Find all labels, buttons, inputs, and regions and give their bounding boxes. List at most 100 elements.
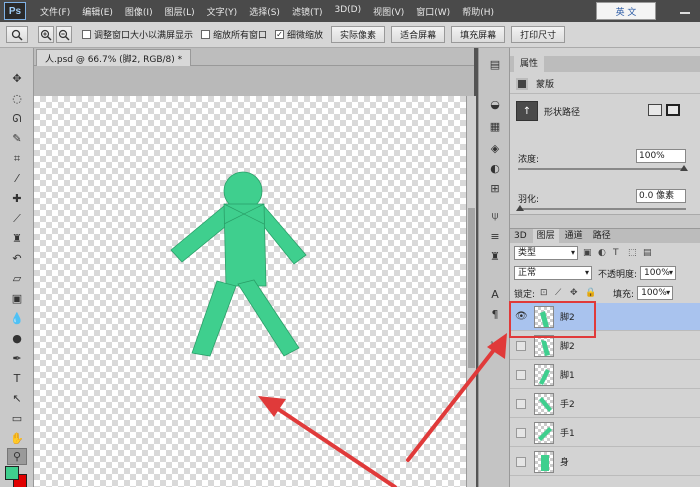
type-tool-icon[interactable]: T	[7, 370, 27, 387]
menu-image[interactable]: 图像(I)	[125, 5, 153, 18]
menu-type[interactable]: 文字(Y)	[207, 5, 238, 18]
menu-filter[interactable]: 滤镜(T)	[292, 5, 323, 18]
dodge-tool-icon[interactable]: ●	[7, 330, 27, 347]
clone-source-icon[interactable]: ♜	[486, 248, 504, 264]
lock-all-icon[interactable]: 🔒	[585, 288, 596, 298]
marquee-tool-icon[interactable]: ◌	[7, 90, 27, 107]
visibility-toggle[interactable]	[516, 456, 526, 467]
swatches-panel-icon[interactable]: ▦	[486, 118, 504, 134]
shape-filter-icon[interactable]: ⬚	[628, 248, 638, 258]
tab-channels[interactable]: 通道	[561, 229, 587, 243]
menu-edit[interactable]: 编辑(E)	[82, 5, 113, 18]
visibility-toggle[interactable]	[516, 398, 526, 409]
add-pixel-mask-icon[interactable]	[648, 104, 662, 116]
path-select-icon[interactable]: ↖	[7, 390, 27, 407]
resize-windows-checkbox[interactable]: 调整窗口大小以满屏显示	[82, 28, 193, 41]
visibility-toggle[interactable]	[516, 427, 526, 438]
smart-object-filter-icon[interactable]: ▤	[643, 248, 653, 258]
print-size-button[interactable]: 打印尺寸	[511, 26, 566, 43]
blend-mode-dropdown[interactable]: 正常	[514, 266, 592, 280]
tab-layers[interactable]: 图层	[532, 229, 559, 243]
zoom-tool-icon[interactable]	[6, 26, 28, 43]
add-vector-mask-icon[interactable]	[666, 104, 680, 116]
gradient-tool-icon[interactable]: ▣	[7, 290, 27, 307]
info-panel-icon[interactable]: ⊞	[486, 180, 504, 196]
document-tab[interactable]: 人.psd @ 66.7% (脚2, RGB/8) *	[36, 49, 192, 66]
opacity-input[interactable]: 100%	[640, 266, 677, 280]
eraser-tool-icon[interactable]: ▱	[7, 270, 27, 287]
lock-transparent-icon[interactable]: ⊡	[540, 288, 550, 298]
type-filter-icon[interactable]: T	[613, 248, 623, 258]
brush-presets-icon[interactable]: ≡	[486, 228, 504, 244]
pixel-filter-icon[interactable]: ▣	[583, 248, 593, 258]
menu-select[interactable]: 选择(S)	[249, 5, 280, 18]
visibility-toggle[interactable]	[516, 340, 526, 351]
scrubby-zoom-checkbox[interactable]: ✓ 细微缩放	[275, 28, 323, 41]
stamp-tool-icon[interactable]: ♜	[7, 230, 27, 247]
menu-3d[interactable]: 3D(D)	[334, 5, 361, 18]
minimize-icon[interactable]	[678, 4, 692, 16]
blur-tool-icon[interactable]: 💧	[7, 310, 27, 327]
rectangle-tool-icon[interactable]: ▭	[7, 410, 27, 427]
brush-panel-icon[interactable]: ⍦	[486, 208, 504, 224]
menu-layer[interactable]: 图层(L)	[165, 5, 195, 18]
fit-screen-button[interactable]: 适合屏幕	[391, 26, 446, 43]
lasso-tool-icon[interactable]: ᘏ	[7, 110, 27, 127]
visibility-toggle[interactable]	[516, 369, 526, 380]
properties-tab[interactable]: 属性	[514, 56, 545, 72]
zoom-all-label: 缩放所有窗口	[213, 31, 268, 41]
lock-pixels-icon[interactable]: ⟋	[555, 288, 565, 298]
actual-pixels-button[interactable]: 实际像素	[331, 26, 386, 43]
zoom-in-icon[interactable]	[38, 26, 54, 43]
mask-row[interactable]: 蒙版	[510, 74, 700, 94]
paragraph-panel-icon[interactable]: ¶	[486, 306, 504, 322]
opacity-label: 不透明度:	[598, 269, 638, 280]
vertical-scrollbar[interactable]	[466, 96, 476, 487]
layer-row[interactable]: 脚1	[510, 361, 700, 389]
styles-panel-icon[interactable]: ◈	[486, 140, 504, 156]
pen-tool-icon[interactable]: ✒	[7, 350, 27, 367]
density-slider[interactable]	[518, 165, 688, 171]
ime-indicator[interactable]: 英 文	[596, 2, 656, 20]
menu-window[interactable]: 窗口(W)	[416, 5, 450, 18]
lock-position-icon[interactable]: ✥	[570, 288, 580, 298]
document-canvas[interactable]	[34, 96, 466, 487]
character-panel-icon[interactable]: A	[486, 286, 504, 302]
quick-select-tool-icon[interactable]: ✎	[7, 130, 27, 147]
density-slider-knob[interactable]	[680, 165, 688, 171]
healing-brush-icon[interactable]: ✚	[7, 190, 27, 207]
menu-file[interactable]: 文件(F)	[40, 5, 70, 18]
feather-slider[interactable]	[516, 205, 686, 211]
move-tool-icon[interactable]: ✥	[7, 70, 27, 87]
history-brush-icon[interactable]: ↶	[7, 250, 27, 267]
zoom-out-icon[interactable]	[56, 26, 72, 43]
menu-view[interactable]: 视图(V)	[373, 5, 404, 18]
layer-filter-dropdown[interactable]: 类型	[514, 246, 578, 260]
color-panel-icon[interactable]: ◒	[486, 96, 504, 112]
history-panel-icon[interactable]: ▤	[486, 56, 504, 72]
adjustments-panel-icon[interactable]: ◐	[486, 160, 504, 176]
zoom-all-checkbox[interactable]: 缩放所有窗口	[201, 28, 267, 41]
layer-row[interactable]: 手1	[510, 419, 700, 447]
adjustment-filter-icon[interactable]: ◐	[598, 248, 608, 258]
feather-slider-knob[interactable]	[516, 205, 524, 211]
tab-paths[interactable]: 路径	[589, 229, 615, 243]
zoom-tool-active-icon[interactable]: ⚲	[7, 448, 27, 465]
fill-input[interactable]: 100%	[637, 286, 674, 300]
tab-3d[interactable]: 3D	[510, 229, 531, 243]
layer-row[interactable]: 手2	[510, 390, 700, 418]
layer-filter-row: 类型 ▣ ◐ T ⬚ ▤	[514, 246, 698, 260]
brush-tool-icon[interactable]: ⟋	[7, 210, 27, 227]
layer-row[interactable]: 身	[510, 448, 700, 476]
hand-tool-icon[interactable]: ✋	[7, 430, 27, 447]
eyedropper-tool-icon[interactable]: ⁄	[7, 170, 27, 187]
menu-help[interactable]: 帮助(H)	[462, 5, 494, 18]
crop-tool-icon[interactable]: ⌗	[7, 150, 27, 167]
fill-screen-button[interactable]: 填充屏幕	[451, 26, 506, 43]
panel-dock: ▤ ◒ ▦ ◈ ◐ ⊞ ⍦ ≡ ♜ A ¶ ✂	[478, 48, 510, 487]
feather-input[interactable]: 0.0 像素	[636, 189, 686, 203]
density-input[interactable]: 100%	[636, 149, 686, 163]
tool-presets-icon[interactable]: ✂	[486, 336, 504, 352]
foreground-color-swatch[interactable]	[5, 466, 19, 480]
scrollbar-thumb[interactable]	[468, 208, 475, 368]
